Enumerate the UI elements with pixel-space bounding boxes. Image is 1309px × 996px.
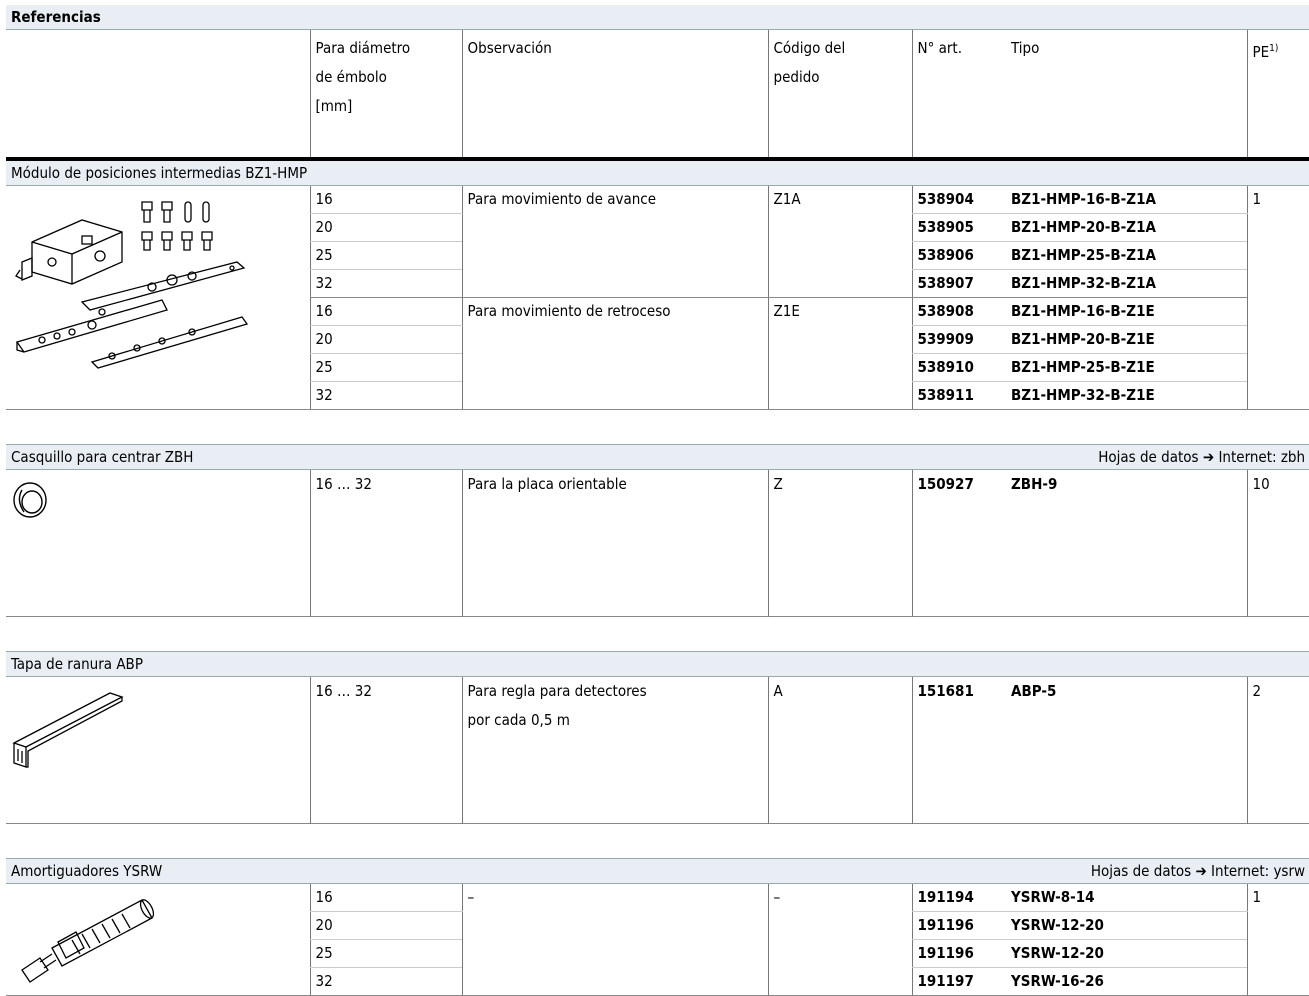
centering-sleeve-icon	[13, 482, 47, 518]
diameter-cell: 32	[309, 269, 462, 298]
header-image-cell	[6, 29, 310, 161]
product-image-cell	[6, 185, 310, 410]
section-header-abp: Tapa de ranura ABP	[6, 651, 1309, 677]
type-cell: BZ1-HMP-20-B-Z1A	[1006, 213, 1247, 242]
references-table-container: Referencias Para diámetro de émbolo [mm]…	[6, 5, 1309, 996]
diameter-cell: 20	[309, 213, 462, 242]
diameter-cell: 16 … 32	[309, 469, 462, 617]
observation-cell: –	[461, 883, 768, 996]
table-row: 16 – – 191194 YSRW-8-14 1	[6, 883, 1309, 996]
pe-cell: 2	[1246, 676, 1309, 824]
table-title: Referencias	[6, 5, 1309, 30]
order-code-cell: A	[767, 676, 912, 824]
diameter-cell: 32	[309, 967, 462, 996]
section-header-ysrw: Amortiguadores YSRW Hojas de datos ➔ Int…	[6, 858, 1309, 884]
type-cell: BZ1-HMP-16-B-Z1E	[1006, 297, 1247, 326]
header-pe: PE1)	[1246, 29, 1309, 161]
part-no-cell: 191196	[911, 911, 1006, 940]
part-no-cell: 539909	[911, 325, 1006, 354]
references-table: Referencias Para diámetro de émbolo [mm]…	[6, 5, 1309, 996]
diameter-cell: 16	[309, 185, 462, 214]
section-header-zbh: Casquillo para centrar ZBH Hojas de dato…	[6, 444, 1309, 470]
type-cell: ZBH-9	[1011, 475, 1058, 493]
observation-cell: Para regla para detectores por cada 0,5 …	[461, 676, 768, 824]
table-row: 16 … 32 Para la placa orientable Z 15092…	[6, 469, 1309, 617]
part-no-cell: 191197	[911, 967, 1006, 996]
pe-cell: 1	[1246, 883, 1309, 996]
diameter-cell: 16 … 32	[309, 676, 462, 824]
part-no-cell: 150927	[911, 469, 1006, 617]
part-no-cell: 538907	[911, 269, 1006, 298]
diameter-cell: 16	[309, 883, 462, 912]
observation-cell: Para la placa orientable	[461, 469, 768, 617]
spacer-row	[6, 823, 1309, 859]
table-row: 16 Para movimiento de avance Z1A 538904 …	[6, 185, 1309, 410]
type-cell: BZ1-HMP-20-B-Z1E	[1006, 325, 1247, 354]
spacer-row	[6, 616, 1309, 652]
pe-cell: 1	[1246, 185, 1309, 410]
order-code-cell: Z	[767, 469, 912, 617]
part-no-cell: 538905	[911, 213, 1006, 242]
part-no-cell: 538910	[911, 353, 1006, 382]
spacer-row	[6, 410, 1309, 445]
table-row: 16 … 32 Para regla para detectores por c…	[6, 676, 1309, 824]
header-row: Para diámetro de émbolo [mm] Observación…	[6, 29, 1309, 161]
type-cell: YSRW-12-20	[1006, 911, 1247, 940]
order-code-cell: Z1A	[767, 185, 912, 298]
section-header-bz1: Módulo de posiciones intermedias BZ1-HMP	[6, 158, 1309, 186]
observation-cell: Para movimiento de retroceso	[461, 297, 768, 410]
product-image-cell	[6, 883, 310, 996]
header-order-code: Código del pedido	[767, 29, 912, 161]
order-code-cell: Z1E	[767, 297, 912, 410]
diameter-cell: 16	[309, 297, 462, 326]
datasheet-link-ysrw[interactable]: Hojas de datos ➔ Internet: ysrw	[912, 858, 1309, 884]
pe-cell: 10	[1246, 469, 1309, 617]
part-no-cell: 538906	[911, 241, 1006, 270]
type-cell: BZ1-HMP-16-B-Z1A	[1006, 185, 1247, 214]
type-cell: ABP-5	[1011, 682, 1057, 700]
slot-cover-icon	[12, 692, 124, 768]
part-no-cell: 151681	[911, 676, 1006, 824]
part-no-cell: 538911	[911, 381, 1006, 410]
diameter-cell: 20	[309, 911, 462, 940]
header-diameter: Para diámetro de émbolo [mm]	[309, 29, 462, 161]
part-no-cell: 538904	[911, 185, 1006, 214]
type-cell: BZ1-HMP-32-B-Z1E	[1006, 381, 1247, 410]
intermediate-position-module-icon	[15, 201, 249, 369]
shock-absorber-icon	[21, 899, 155, 983]
type-cell: YSRW-12-20	[1006, 939, 1247, 968]
order-code-cell: –	[767, 883, 912, 996]
type-cell: BZ1-HMP-25-B-Z1A	[1006, 241, 1247, 270]
diameter-cell: 20	[309, 325, 462, 354]
type-cell: BZ1-HMP-25-B-Z1E	[1006, 353, 1247, 382]
section-title: Amortiguadores YSRW	[6, 858, 912, 884]
datasheet-link-zbh[interactable]: Hojas de datos ➔ Internet: zbh	[912, 444, 1309, 470]
observation-cell: Para movimiento de avance	[461, 185, 768, 298]
product-image-cell	[6, 470, 310, 617]
header-observation: Observación	[461, 29, 768, 161]
header-part-no: N° art.	[911, 29, 1006, 161]
type-cell: BZ1-HMP-32-B-Z1A	[1006, 269, 1247, 298]
part-no-cell: 538908	[911, 297, 1006, 326]
diameter-cell: 25	[309, 939, 462, 968]
type-cell: YSRW-16-26	[1006, 967, 1247, 996]
part-no-cell: 191194	[911, 883, 1006, 912]
diameter-cell: 32	[309, 381, 462, 410]
part-no-cell: 191196	[911, 939, 1006, 968]
product-image-cell	[6, 677, 310, 824]
table-title-row: Referencias	[6, 5, 1309, 30]
diameter-cell: 25	[309, 241, 462, 270]
section-title: Casquillo para centrar ZBH	[6, 444, 912, 470]
section-title: Tapa de ranura ABP	[6, 651, 1309, 677]
type-cell: YSRW-8-14	[1006, 883, 1247, 912]
header-type: Tipo	[1006, 29, 1247, 161]
diameter-cell: 25	[309, 353, 462, 382]
section-title: Módulo de posiciones intermedias BZ1-HMP	[6, 158, 1309, 186]
